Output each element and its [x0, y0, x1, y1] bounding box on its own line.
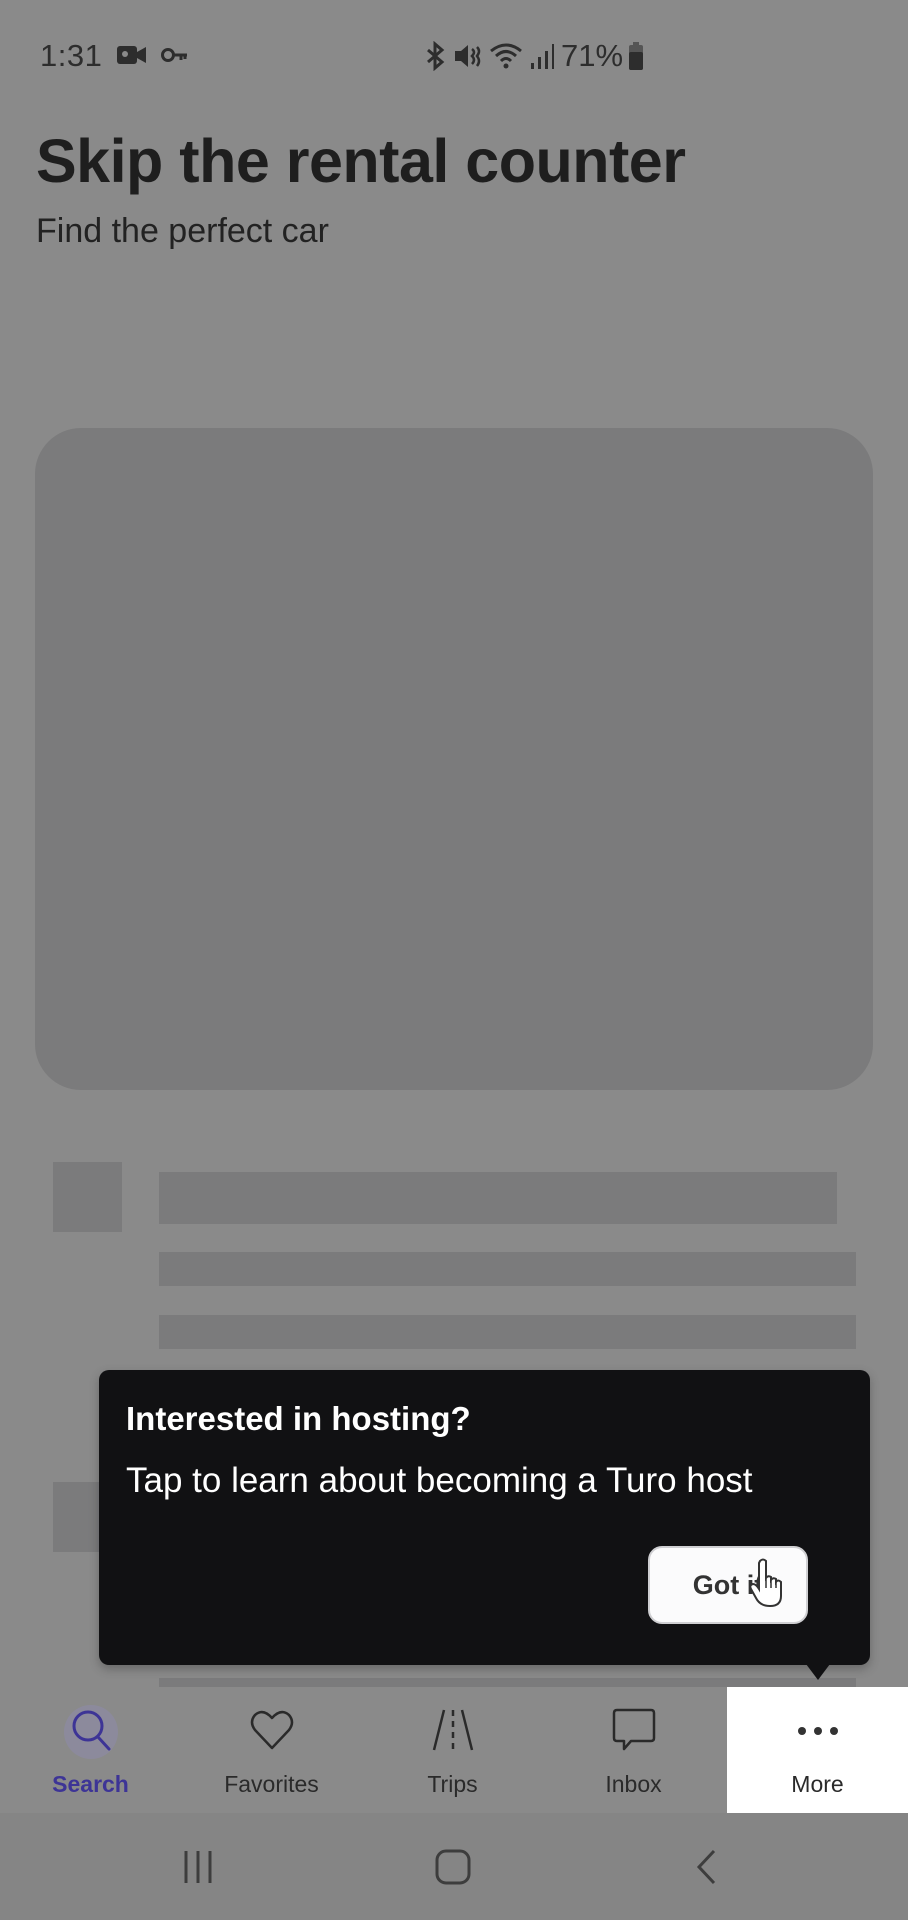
- chat-bubble-icon: [611, 1707, 657, 1758]
- nav-item-inbox[interactable]: Inbox: [543, 1687, 724, 1813]
- signal-icon: [529, 41, 555, 71]
- status-time: 1:31: [40, 38, 103, 73]
- hand-pointer-cursor-icon: [748, 1558, 784, 1613]
- recent-apps-button[interactable]: [180, 1849, 216, 1890]
- tooltip-arrow: [806, 1664, 830, 1680]
- got-it-button[interactable]: Got it: [648, 1546, 808, 1624]
- nav-label: More: [791, 1771, 844, 1797]
- status-bar: 1:31 71%: [0, 0, 908, 112]
- battery-icon: [629, 42, 644, 70]
- recent-apps-icon: [180, 1851, 216, 1889]
- hosting-tooltip[interactable]: Interested in hosting? Tap to learn abou…: [99, 1370, 870, 1665]
- heart-icon: [249, 1709, 295, 1756]
- nav-label: Trips: [427, 1771, 478, 1797]
- video-recording-icon: [117, 44, 147, 71]
- tooltip-body: Tap to learn about becoming a Turo host: [126, 1461, 753, 1500]
- nav-item-more[interactable]: More: [727, 1687, 908, 1813]
- vpn-key-icon: [161, 47, 189, 68]
- more-dots-icon: [796, 1723, 840, 1741]
- page-title: Skip the rental counter: [36, 127, 686, 195]
- skeleton-line: [159, 1252, 856, 1286]
- home-button[interactable]: [434, 1849, 472, 1890]
- nav-item-favorites[interactable]: Favorites: [181, 1687, 362, 1813]
- skeleton-line: [159, 1315, 856, 1349]
- bottom-nav: Search Favorites Trips Inbox More: [0, 1687, 908, 1813]
- nav-label: Search: [52, 1771, 129, 1797]
- skeleton-thumbnail: [53, 1482, 103, 1552]
- skeleton-line: [159, 1172, 837, 1224]
- road-icon: [430, 1708, 476, 1757]
- system-nav-bar: [0, 1813, 908, 1920]
- nav-label: Inbox: [605, 1771, 662, 1797]
- card-image-placeholder: [35, 428, 873, 1090]
- wifi-icon: [489, 41, 523, 71]
- mute-icon: [453, 41, 483, 71]
- page-subtitle: Find the perfect car: [36, 212, 329, 250]
- home-icon: [434, 1849, 472, 1889]
- skeleton-thumbnail: [53, 1162, 122, 1232]
- battery-percent: 71%: [561, 38, 624, 73]
- back-chevron-icon: [694, 1849, 718, 1889]
- nav-item-trips[interactable]: Trips: [362, 1687, 543, 1813]
- tooltip-title: Interested in hosting?: [126, 1400, 471, 1437]
- bluetooth-icon: [425, 41, 447, 71]
- search-icon: [69, 1707, 113, 1758]
- nav-label: Favorites: [224, 1771, 319, 1797]
- back-button[interactable]: [694, 1849, 718, 1890]
- nav-item-search[interactable]: Search: [0, 1687, 181, 1813]
